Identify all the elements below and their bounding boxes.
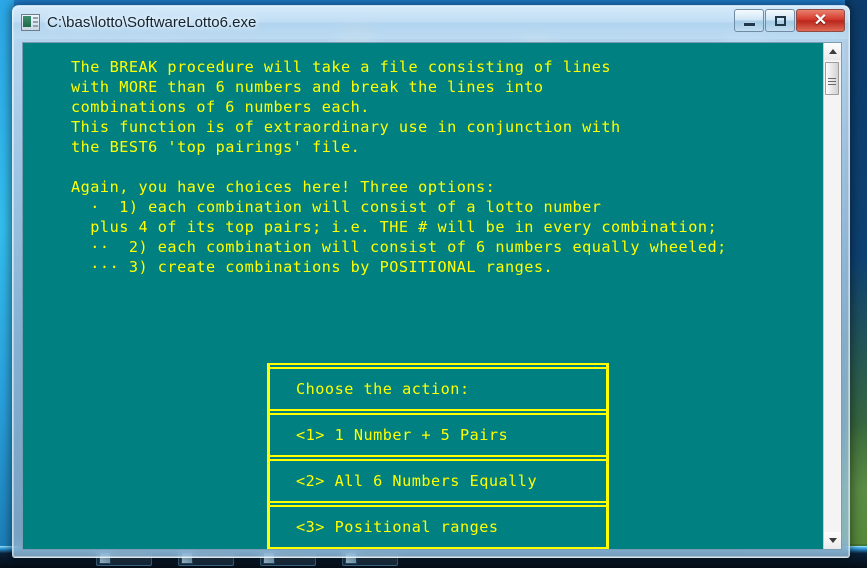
console-output: The BREAK procedure will take a file con…	[23, 43, 823, 549]
menu-option-2-label: <2> All 6 Numbers Equally	[296, 472, 538, 490]
menu-header-label: Choose the action:	[296, 380, 470, 398]
console-line: with MORE than 6 numbers and break the l…	[71, 78, 544, 96]
minimize-button[interactable]	[734, 9, 764, 32]
close-icon: ✕	[813, 11, 828, 29]
console-app-icon	[21, 14, 40, 31]
console-line: ·· 2) each combination will consist of 6…	[71, 238, 727, 256]
scrollbar-thumb[interactable]	[825, 62, 839, 95]
close-button[interactable]: ✕	[796, 9, 845, 32]
menu-option-2[interactable]: <2> All 6 Numbers Equally	[267, 461, 609, 501]
console-line: The BREAK procedure will take a file con…	[71, 58, 612, 76]
triangle-down-icon	[828, 538, 837, 543]
menu-option-3-label: <3> Positional ranges	[296, 518, 499, 536]
window-title: C:\bas\lotto\SoftwareLotto6.exe	[47, 14, 257, 31]
console-line: ··· 3) create combinations by POSITIONAL…	[71, 258, 554, 276]
menu-header-row: Choose the action:	[267, 369, 609, 409]
triangle-up-icon	[828, 49, 837, 54]
console-client-area: The BREAK procedure will take a file con…	[22, 42, 842, 550]
maximize-button[interactable]	[765, 9, 795, 32]
scroll-up-arrow-icon[interactable]	[824, 43, 841, 60]
vertical-scrollbar[interactable]	[823, 43, 841, 549]
scrollbar-grip-icon	[828, 78, 836, 79]
window-controls: ✕	[733, 9, 845, 32]
console-line: plus 4 of its top pairs; i.e. THE # will…	[71, 218, 718, 236]
action-menu-box: Choose the action: <1> 1 Number + 5 Pair…	[267, 363, 609, 549]
application-window: C:\bas\lotto\SoftwareLotto6.exe ✕ The BR…	[12, 5, 850, 558]
menu-option-3[interactable]: <3> Positional ranges	[267, 507, 609, 547]
window-titlebar[interactable]: C:\bas\lotto\SoftwareLotto6.exe ✕	[13, 6, 849, 39]
menu-option-1-label: <1> 1 Number + 5 Pairs	[296, 426, 509, 444]
scrollbar-track[interactable]	[824, 60, 841, 532]
console-line: combinations of 6 numbers each.	[71, 98, 370, 116]
menu-option-1[interactable]: <1> 1 Number + 5 Pairs	[267, 415, 609, 455]
console-line: Again, you have choices here! Three opti…	[71, 178, 496, 196]
console-line: · 1) each combination will consist of a …	[71, 198, 602, 216]
console-line: the BEST6 'top pairings' file.	[71, 138, 361, 156]
console-line: This function is of extraordinary use in…	[71, 118, 621, 136]
menu-rule-bottom	[267, 547, 609, 549]
scroll-down-arrow-icon[interactable]	[824, 532, 841, 549]
